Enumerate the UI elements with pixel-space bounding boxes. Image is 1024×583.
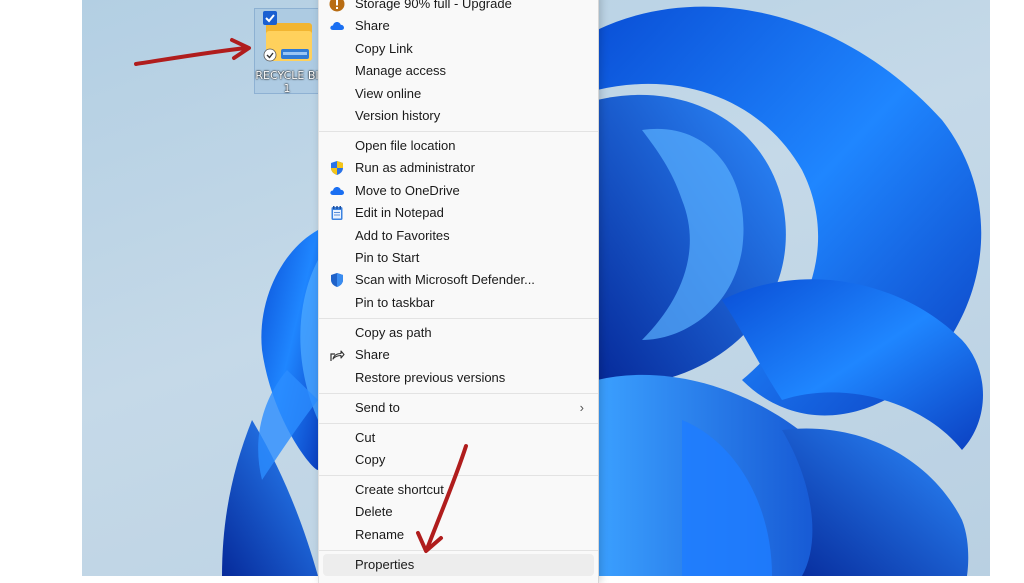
menu-item-label: Open file location — [355, 138, 456, 153]
menu-item-pin-to-start[interactable]: Pin to Start — [323, 247, 594, 269]
menu-item-share[interactable]: Share — [323, 15, 594, 37]
menu-separator — [319, 550, 598, 551]
warning-icon — [329, 0, 345, 12]
menu-item-label: Share — [355, 347, 390, 363]
menu-separator — [319, 131, 598, 133]
menu-item-open-file-location[interactable]: Open file location — [323, 135, 594, 157]
menu-item-copy-link[interactable]: Copy Link — [323, 38, 594, 60]
menu-item-storage-90-full-upgrade[interactable]: Storage 90% full - Upgrade — [323, 0, 594, 15]
menu-item-edit-in-notepad[interactable]: Edit in Notepad — [323, 202, 594, 224]
menu-item-label: Manage access — [355, 63, 447, 79]
menu-item-copy-as-path[interactable]: Copy as path — [323, 322, 594, 344]
menu-item-label: Restore previous versions — [355, 369, 506, 385]
onedrive-cloud-icon — [329, 183, 345, 199]
menu-item-label: Send to — [355, 399, 400, 415]
folder-icon — [263, 11, 312, 62]
menu-item-label: Cut — [355, 429, 376, 445]
menu-item-label: Pin to taskbar — [355, 294, 435, 310]
menu-item-copy[interactable]: Copy — [323, 449, 594, 471]
share-icon — [329, 347, 345, 363]
menu-item-label: Storage 90% full - Upgrade — [355, 0, 512, 11]
menu-item-properties[interactable]: Properties — [323, 553, 594, 576]
menu-item-cut[interactable]: Cut — [323, 427, 594, 449]
menu-item-pin-to-taskbar[interactable]: Pin to taskbar — [323, 292, 594, 314]
menu-separator — [319, 392, 598, 394]
menu-item-label: Pin to Start — [355, 250, 420, 265]
desktop-icon-label: RECYCLE BI 1 — [255, 69, 319, 95]
menu-item-send-to[interactable]: Send to › — [323, 397, 594, 419]
menu-item-share[interactable]: Share — [323, 344, 594, 366]
menu-separator — [319, 475, 598, 477]
menu-separator — [319, 318, 598, 319]
menu-item-create-shortcut[interactable]: Create shortcut — [323, 479, 594, 501]
menu-item-label: Edit in Notepad — [355, 205, 444, 221]
menu-item-delete[interactable]: Delete — [323, 501, 594, 523]
menu-item-add-to-favorites[interactable]: Add to Favorites — [323, 225, 594, 247]
desktop-shortcut-recycle-bin[interactable]: RECYCLE BI 1 — [254, 8, 320, 95]
menu-item-label: Run as administrator — [355, 160, 475, 176]
menu-item-label: Delete — [355, 504, 393, 520]
menu-item-restore-previous-versions[interactable]: Restore previous versions — [323, 367, 594, 389]
sync-status-icon — [263, 48, 277, 62]
chevron-right-icon: › — [579, 399, 584, 415]
defender-shield-icon — [329, 272, 345, 288]
menu-item-move-to-onedrive[interactable]: Move to OneDrive — [323, 180, 594, 202]
menu-item-view-online[interactable]: View online — [323, 83, 594, 105]
menu-item-label: Rename — [355, 526, 405, 542]
menu-item-label: Copy as path — [355, 324, 432, 340]
menu-item-version-history[interactable]: Version history — [323, 105, 594, 127]
menu-item-label: Move to OneDrive — [355, 182, 460, 198]
menu-item-run-as-administrator[interactable]: Run as administrator — [323, 157, 594, 179]
context-menu: Storage 90% full - Upgrade Share Copy Link… — [318, 0, 599, 583]
menu-item-rename[interactable]: Rename — [323, 524, 594, 546]
menu-item-label: Copy — [355, 452, 386, 467]
menu-item-label: View online — [355, 85, 422, 101]
menu-item-label: Properties — [355, 556, 415, 572]
notepad-icon — [329, 205, 345, 221]
menu-item-label: Create shortcut — [355, 482, 444, 497]
checkbox-checked-icon[interactable] — [263, 11, 277, 25]
menu-separator — [319, 422, 598, 424]
uac-shield-icon — [329, 160, 345, 176]
onedrive-cloud-icon — [329, 18, 345, 34]
menu-item-scan-with-microsoft-defender[interactable]: Scan with Microsoft Defender... — [323, 269, 594, 291]
menu-item-manage-access[interactable]: Manage access — [323, 60, 594, 82]
menu-item-label: Copy Link — [355, 40, 413, 56]
menu-item-label: Version history — [355, 108, 441, 123]
menu-item-label: Share — [355, 18, 390, 34]
menu-item-label: Scan with Microsoft Defender... — [355, 272, 535, 288]
menu-item-label: Add to Favorites — [355, 227, 450, 243]
